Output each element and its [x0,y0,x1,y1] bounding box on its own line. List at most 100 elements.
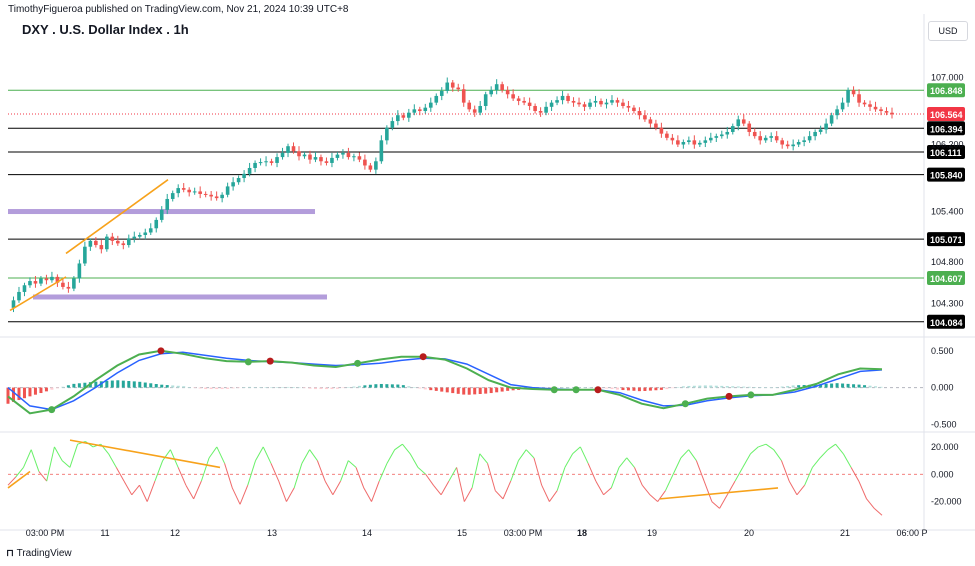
histogram-bar [692,385,696,388]
momentum-segment [347,460,357,468]
momentum-segment [456,467,465,502]
histogram-bar [676,387,680,388]
momentum-segment [200,457,210,482]
candle-body [434,95,439,103]
momentum-segment [595,480,604,496]
candle-body [154,219,159,229]
candle-body [483,94,488,106]
histogram-bar [121,380,125,388]
momentum-segment [123,480,133,496]
momentum-segment [572,446,581,455]
candlesticks [11,77,894,313]
candle-body [170,193,175,199]
momentum-segment [549,490,558,502]
histogram-bar [445,387,449,393]
candle-body [165,198,170,210]
momentum-segment [108,453,117,468]
candle-body [324,161,329,163]
histogram-bar [791,385,795,388]
histogram-bar [681,386,685,388]
histogram-bar [330,387,334,390]
momentum-segment [463,487,473,502]
time-tick-label: 14 [362,528,372,538]
candle-body [868,104,872,107]
histogram-bar [835,383,839,388]
candle-body [472,109,477,113]
momentum-segment [433,484,442,496]
histogram-bar [659,387,663,390]
candle-body [862,102,867,105]
momentum-tick-label: 0.000 [931,469,954,479]
candle-body [544,106,548,113]
candle-body [725,131,730,135]
momentum-segment [858,480,867,500]
price-tick-label: 105.400 [931,207,964,217]
candle-body [692,140,697,145]
histogram-bar [780,386,784,388]
momentum-segment [139,484,148,502]
histogram-bar [61,386,65,388]
histogram-bar [149,383,153,388]
histogram-bar [775,387,779,388]
chart-svg[interactable]: 106.848106.564106.394106.111105.840105.0… [0,0,975,566]
momentum-segment [664,474,674,491]
histogram-bar [566,387,570,389]
momentum-segment [371,480,380,502]
candle-body [741,119,746,124]
candle-body [758,136,763,141]
time-tick-label: 15 [457,528,467,538]
histogram-bar [319,387,323,390]
momentum-segment [208,446,218,459]
candle-body [247,167,252,174]
cross-marker [354,359,362,367]
price-level-label: 106.564 [930,110,963,120]
histogram-bar [583,387,587,389]
histogram-bar [588,387,592,389]
momentum-segment [541,484,550,502]
oscillator-tick-label: 0.500 [931,346,954,356]
momentum-tick-label: 20.000 [931,442,959,452]
candle-body [879,109,883,112]
histogram-bar [385,384,389,388]
histogram-bar [390,384,394,388]
momentum-segment [355,467,365,489]
momentum-segment [23,449,32,468]
candle-body [467,102,472,110]
histogram-bar [248,386,252,388]
histogram-bar [182,386,186,388]
momentum-segment [216,446,226,464]
histogram-bar [725,386,729,388]
histogram-bar [868,385,872,388]
momentum-segment [758,443,767,448]
candle-body [511,94,515,99]
candle-body [187,189,191,193]
oscillator-tick-label: -0.500 [931,419,957,429]
histogram-bar [731,386,735,388]
candle-body [286,146,290,153]
histogram-bar [462,387,466,395]
candle-body [676,140,680,145]
candle-body [588,102,592,107]
candle-body [390,121,395,128]
momentum-segment [680,449,690,459]
candle-body [231,182,235,187]
histogram-bar [226,387,230,389]
histogram-bar [55,387,59,389]
histogram-bar [379,383,383,388]
momentum-segment [487,463,496,491]
candle-body [209,194,213,197]
histogram-bar [467,387,471,395]
candle-body [785,144,790,147]
time-tick-label: 06:00 P [896,528,927,538]
candle-body [143,232,148,235]
histogram-bar [286,386,290,388]
candle-body [330,157,334,163]
cross-marker [594,386,602,394]
candle-body [807,136,812,141]
histogram-bar [138,381,142,388]
momentum-segment [425,473,434,486]
histogram-bar [176,385,180,388]
histogram-bar [374,384,378,388]
candle-body [28,281,32,286]
candle-body [703,140,708,143]
